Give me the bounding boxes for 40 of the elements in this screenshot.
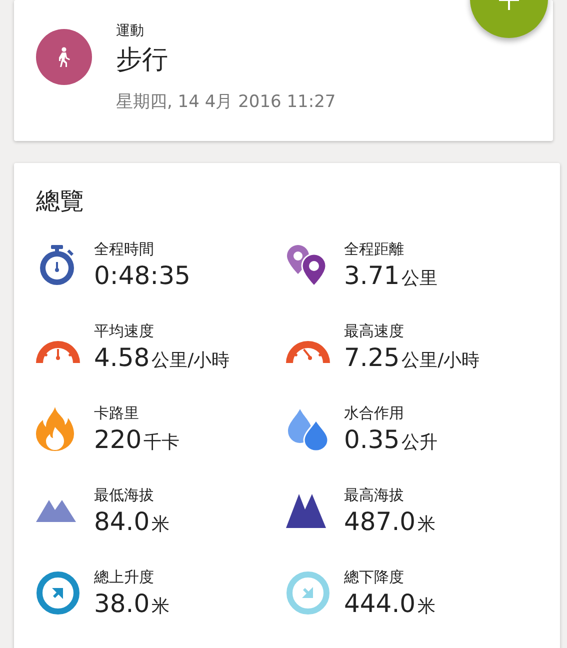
stat-unit: 公升	[402, 431, 438, 454]
stat-label: 全程時間	[94, 240, 155, 259]
stat-label: 最高海拔	[344, 486, 405, 505]
stat-label: 全程距離	[344, 240, 405, 259]
stat-value: 84.0	[94, 507, 150, 536]
stat-unit: 公里/小時	[402, 349, 480, 372]
stat-unit: 米	[418, 595, 436, 618]
down-arrow-circle-icon	[286, 571, 330, 615]
stat-value: 4.58	[94, 343, 150, 372]
stat-value: 487.0	[344, 507, 416, 536]
water-drops-icon	[286, 407, 330, 451]
stat-unit: 千卡	[144, 431, 180, 454]
stat-label: 卡路里	[94, 404, 140, 423]
mountains-icon	[286, 494, 326, 528]
stat-label: 總上升度	[94, 568, 155, 587]
stat-unit: 米	[418, 513, 436, 536]
stat-unit: 公里/小時	[152, 349, 230, 372]
stat-unit: 米	[152, 513, 170, 536]
activity-category: 運動	[116, 22, 145, 40]
stat-value: 7.25	[344, 343, 400, 372]
stat-value: 444.0	[344, 589, 416, 618]
stat-value: 3.71	[344, 261, 400, 290]
mountains-icon	[36, 500, 76, 522]
stat-label: 水合作用	[344, 404, 405, 423]
activity-datetime: 星期四, 14 4月 2016 11:27	[116, 91, 336, 113]
stat-unit: 米	[152, 595, 170, 618]
up-arrow-circle-icon	[36, 571, 80, 615]
stat-value: 38.0	[94, 589, 150, 618]
stat-unit: 公里	[402, 267, 438, 290]
stat-value: 0.35	[344, 425, 400, 454]
flame-icon	[36, 407, 74, 451]
stat-label: 最低海拔	[94, 486, 155, 505]
stat-value: 0:48:35	[94, 261, 190, 290]
overview-title: 總覽	[36, 186, 85, 217]
walking-person-icon	[56, 47, 72, 67]
stat-value: 220	[94, 425, 142, 454]
stat-label: 最高速度	[344, 322, 405, 341]
stat-label: 總下降度	[344, 568, 405, 587]
stat-label: 平均速度	[94, 322, 155, 341]
activity-name: 步行	[116, 44, 169, 77]
